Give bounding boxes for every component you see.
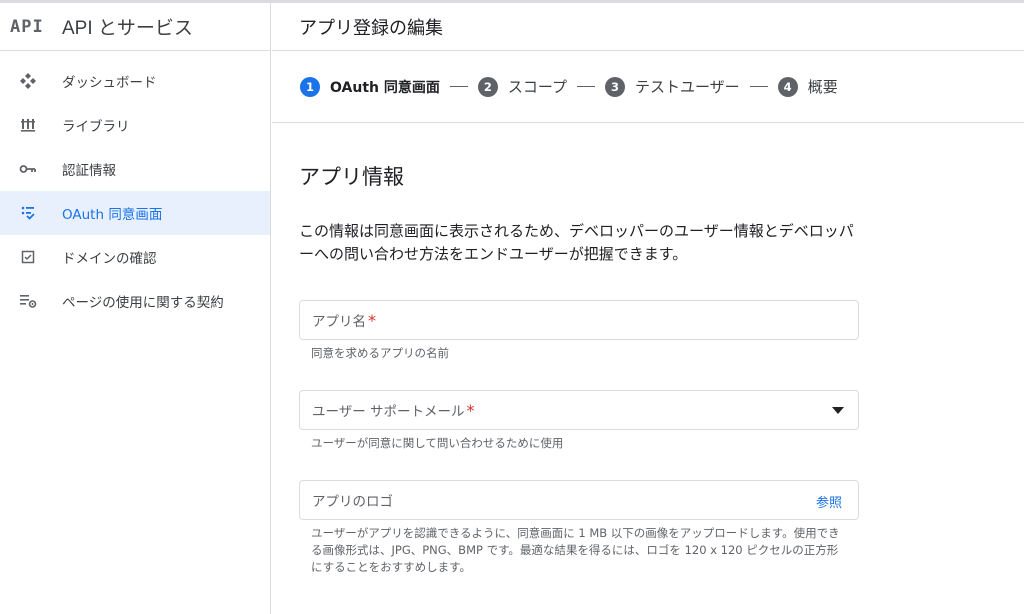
sidebar-item-oauth-consent[interactable]: OAuth 同意画面 bbox=[0, 191, 270, 235]
step-label: 概要 bbox=[807, 78, 838, 96]
step-number: 2 bbox=[477, 76, 498, 97]
sidebar-item-label: OAuth 同意画面 bbox=[62, 207, 163, 223]
sidebar-item-domain-verification[interactable]: ドメインの確認 bbox=[0, 235, 270, 279]
api-logo: API bbox=[10, 16, 44, 37]
sidebar-nav: ダッシュボード ライブラリ 認証情報 OAuth 同意画面 ドメインの確認 ペー… bbox=[0, 51, 270, 323]
step-number: 1 bbox=[300, 76, 320, 97]
support-email-select[interactable]: ユーザー サポートメール * bbox=[299, 390, 859, 430]
step-oauth-consent[interactable]: 1 OAuth 同意画面 bbox=[300, 76, 440, 97]
sidebar-item-page-agreements[interactable]: ページの使用に関する契約 bbox=[0, 279, 270, 323]
app-logo-placeholder: アプリのロゴ bbox=[312, 494, 393, 510]
dashboard-icon bbox=[18, 71, 38, 91]
app-name-placeholder: アプリ名 bbox=[312, 314, 366, 330]
brand-header: API API とサービス bbox=[0, 3, 270, 51]
consent-screen-icon bbox=[18, 203, 38, 223]
step-label: テストユーザー bbox=[634, 78, 740, 96]
browse-button[interactable]: 参照 bbox=[816, 492, 842, 511]
product-title[interactable]: API とサービス bbox=[62, 13, 193, 40]
main-content: アプリ登録の編集 1 OAuth 同意画面 2 スコープ 3 テストユーザー 4… bbox=[272, 3, 1024, 614]
support-email-group: ユーザー サポートメール * ユーザーが同意に関して問い合わせるために使用 bbox=[299, 390, 1024, 451]
step-label: OAuth 同意画面 bbox=[330, 79, 440, 96]
section-description: この情報は同意画面に表示されるため、デベロッパーのユーザー情報とデベロッパーへの… bbox=[299, 223, 854, 263]
checkbox-icon bbox=[18, 247, 38, 267]
sidebar-item-label: ページの使用に関する契約 bbox=[62, 295, 224, 311]
stepper: 1 OAuth 同意画面 2 スコープ 3 テストユーザー 4 概要 bbox=[272, 51, 1024, 123]
required-marker: * bbox=[368, 310, 376, 330]
sidebar-item-library[interactable]: ライブラリ bbox=[0, 103, 270, 147]
step-number: 4 bbox=[777, 76, 798, 97]
support-email-placeholder: ユーザー サポートメール bbox=[312, 404, 465, 420]
sidebar-item-label: 認証情報 bbox=[62, 163, 116, 179]
app-logo-field[interactable]: アプリのロゴ 参照 bbox=[299, 480, 859, 520]
sidebar-item-label: ライブラリ bbox=[62, 119, 130, 135]
step-summary[interactable]: 4 概要 bbox=[777, 76, 838, 97]
step-scopes[interactable]: 2 スコープ bbox=[477, 76, 567, 97]
page-header: アプリ登録の編集 bbox=[272, 3, 1024, 51]
library-icon bbox=[18, 115, 38, 135]
app-logo-group: アプリのロゴ 参照 ユーザーがアプリを認識できるように、同意画面に 1 MB 以… bbox=[299, 480, 1024, 576]
app-logo-hint: ユーザーがアプリを認識できるように、同意画面に 1 MB 以下の画像をアップロー… bbox=[311, 526, 840, 574]
sidebar-item-dashboard[interactable]: ダッシュボード bbox=[0, 59, 270, 103]
support-email-hint: ユーザーが同意に関して問い合わせるために使用 bbox=[311, 436, 564, 450]
step-separator bbox=[576, 86, 595, 87]
sidebar-item-label: ドメインの確認 bbox=[62, 251, 157, 267]
sidebar-item-label: ダッシュボード bbox=[62, 75, 157, 91]
form-content: アプリ情報 この情報は同意画面に表示されるため、デベロッパーのユーザー情報とデベ… bbox=[272, 161, 1024, 576]
page-settings-icon bbox=[18, 291, 38, 311]
step-label: スコープ bbox=[507, 78, 567, 96]
section-title: アプリ情報 bbox=[299, 166, 404, 189]
step-test-users[interactable]: 3 テストユーザー bbox=[604, 76, 740, 97]
step-separator bbox=[749, 86, 768, 87]
sidebar: API API とサービス ダッシュボード ライブラリ 認証情報 OAuth 同… bbox=[0, 3, 271, 614]
app-name-hint: 同意を求めるアプリの名前 bbox=[311, 346, 449, 360]
app-name-group: アプリ名 * 同意を求めるアプリの名前 bbox=[299, 300, 1024, 361]
required-marker: * bbox=[466, 400, 475, 420]
chevron-down-icon bbox=[832, 407, 844, 414]
key-icon bbox=[18, 159, 38, 179]
step-number: 3 bbox=[604, 76, 625, 97]
app-name-field[interactable]: アプリ名 * bbox=[299, 300, 859, 340]
sidebar-item-credentials[interactable]: 認証情報 bbox=[0, 147, 270, 191]
step-separator bbox=[449, 86, 468, 87]
page-title: アプリ登録の編集 bbox=[299, 17, 443, 38]
